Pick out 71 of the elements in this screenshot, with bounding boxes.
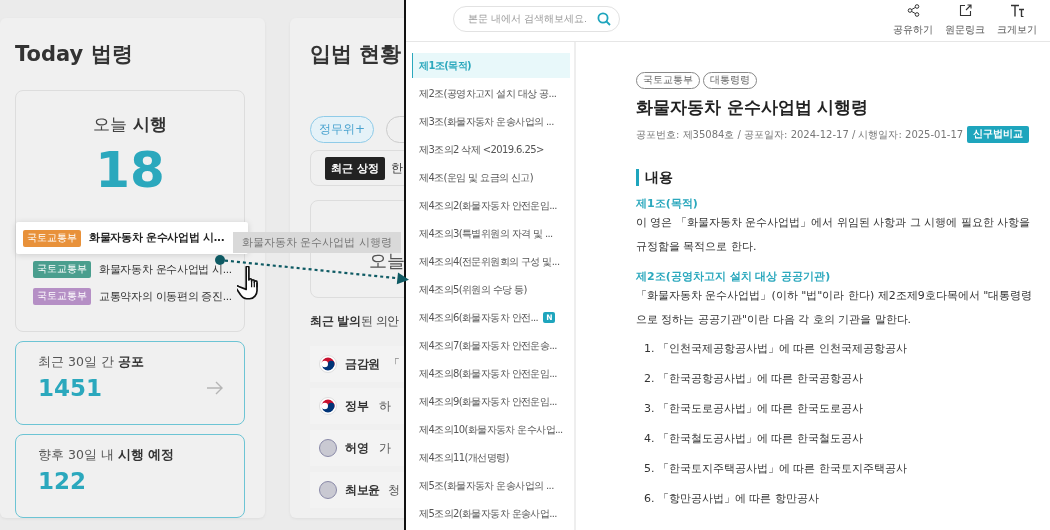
toc-item[interactable]: 제4조의4(전문위원회의 구성 및... <box>412 249 570 274</box>
bill-summary: 청 <box>388 482 401 498</box>
sponsor-name: 최보윤 <box>345 482 381 498</box>
article-item: 4. 「한국철도공사법」에 따른 한국철도공사 <box>644 431 864 447</box>
toc-item[interactable]: 제4조의8(화물자동차 안전운임... <box>412 361 570 386</box>
emblem-icon <box>319 355 337 373</box>
avatar-circle <box>319 439 337 457</box>
toc-item[interactable]: 제4조의7(화물자동차 안전운송... <box>412 333 570 358</box>
toc-item[interactable]: 제5조의2(화물자동차 운송사업... <box>412 501 570 526</box>
ministry-tag: 국토교통부 <box>33 288 91 305</box>
recent-badge: 최근 상정 <box>325 156 385 180</box>
toc-item[interactable]: 제2조(공영차고지 설치 대상 공... <box>412 81 570 106</box>
stat-value: 122 <box>38 468 86 494</box>
toolbar-button[interactable]: 원문링크 <box>942 4 988 37</box>
article-heading: 제2조(공영차고지 설치 대상 공공기관) <box>636 269 832 284</box>
document-title: 화물자동차 운수사업법 시행령 <box>636 97 870 119</box>
share-icon <box>906 4 920 17</box>
bill-summary: 가 <box>379 440 391 456</box>
stat-label: 향후 30일 내 시행 예정 <box>38 447 176 464</box>
article-item: 1. 「인천국제공항공사법」에 따른 인천국제공항공사 <box>644 341 908 357</box>
card-title: 입법 현황 <box>310 41 403 68</box>
article-item: 5. 「한국토지주택공사법」에 따른 한국토지주택공사 <box>644 461 908 477</box>
bill-summary: 하 <box>379 398 391 414</box>
article-text: 이 영은 「화물자동차 운수사업법」에서 위임된 사항과 그 시행에 필요한 사항을 규정함을 목적으로 한다. <box>636 215 1032 255</box>
toolbar-button[interactable]: 공유하기 <box>890 4 936 37</box>
article-item: 2. 「한국공항공사법」에 따른 한국공항공사 <box>644 371 864 387</box>
toc-item[interactable]: 제4조(운임 및 요금의 신고) <box>412 165 570 190</box>
hand-pointer-icon <box>237 266 259 300</box>
toc-item[interactable]: 제4조의5(위원의 수당 등) <box>412 277 570 302</box>
today-count: 18 <box>94 140 166 200</box>
document-meta: 공포번호: 제35084호 / 공포일자: 2024-12-17 / 시행일자: 2025-01-17 <box>636 127 964 142</box>
today-label: 오늘 시행 <box>92 113 168 136</box>
article-item: 3. 「한국도로공사법」에 따른 한국도로공사 <box>644 401 864 417</box>
toc-item[interactable]: 제3조(화물자동차 운송사업의 ... <box>412 109 570 134</box>
toc-item[interactable]: 제4조의3(특별위원의 자격 및 ... <box>412 221 570 246</box>
stat-card[interactable]: 최근 30일 간 공포 1451 <box>15 341 245 425</box>
toc-item[interactable]: 제4조의11(개선명령) <box>412 445 570 470</box>
sponsor-name: 정부 <box>345 398 370 414</box>
recent-text: 한 <box>390 159 403 177</box>
ministry-tag: 국토교통부 <box>33 261 91 278</box>
article-item: 6. 「항만공사법」에 따른 항만공사 <box>644 491 820 507</box>
search-icon[interactable] <box>597 11 611 26</box>
law-title: 화물자동차 운수사업법 시... <box>99 262 232 277</box>
law-title: 화물자동차 운수사업법 시... <box>89 231 225 245</box>
ministry-tag: 국토교통부 <box>23 229 81 247</box>
sponsor-name: 금감원 <box>345 356 381 372</box>
search-field[interactable]: 본문 내에서 검색해보세요. <box>453 5 620 32</box>
external-link-icon <box>958 4 972 17</box>
article-heading: 제1조(목적) <box>636 196 699 211</box>
article-text: 「화물자동차 운수사업법」(이하 "법"이라 한다) 제2조제9호다목에서 "대통령령으로 정하는 공공기관"이란 다음 각 호의 기관을 말한다. <box>636 288 1034 328</box>
arrow-right-icon[interactable] <box>206 381 224 395</box>
drag-tooltip: 화물자동차 운수사업법 시행령 <box>233 232 401 253</box>
toc-item[interactable]: 제4조의9(화물자동차 안전운임... <box>412 389 570 414</box>
law-list-item[interactable]: 국토교통부 화물자동차 운수사업법 시... <box>33 256 244 283</box>
text-size-icon <box>1009 4 1025 17</box>
sponsor-name: 허영 <box>345 440 370 456</box>
toc-item[interactable]: 제5조(화물자동차 운송사업의 ... <box>412 473 570 498</box>
stat-card[interactable]: 향후 30일 내 시행 예정 122 <box>15 434 245 518</box>
toc-item[interactable]: 제4조의2(화물자동차 안전운임... <box>412 193 570 218</box>
stat-label: 최근 30일 간 공포 <box>38 354 145 371</box>
stat-value: 1451 <box>38 375 102 401</box>
section-heading: 내용 <box>636 169 1036 186</box>
toolbar-button[interactable]: 크게보기 <box>994 4 1040 37</box>
toc-item[interactable]: 제4조의10(화물자동차 운수사업... <box>412 417 570 442</box>
avatar-circle <box>319 481 337 499</box>
section-title: 최근 발의된 의안 <box>310 314 400 330</box>
law-title: 교통약자의 이동편의 증진... <box>99 289 232 304</box>
emblem-icon <box>319 397 337 415</box>
bill-summary: 「 <box>388 356 401 372</box>
card-title: Today 법령 <box>15 41 134 68</box>
toc-item[interactable]: 제3조의2 삭제 <2019.6.25> <box>412 137 570 162</box>
